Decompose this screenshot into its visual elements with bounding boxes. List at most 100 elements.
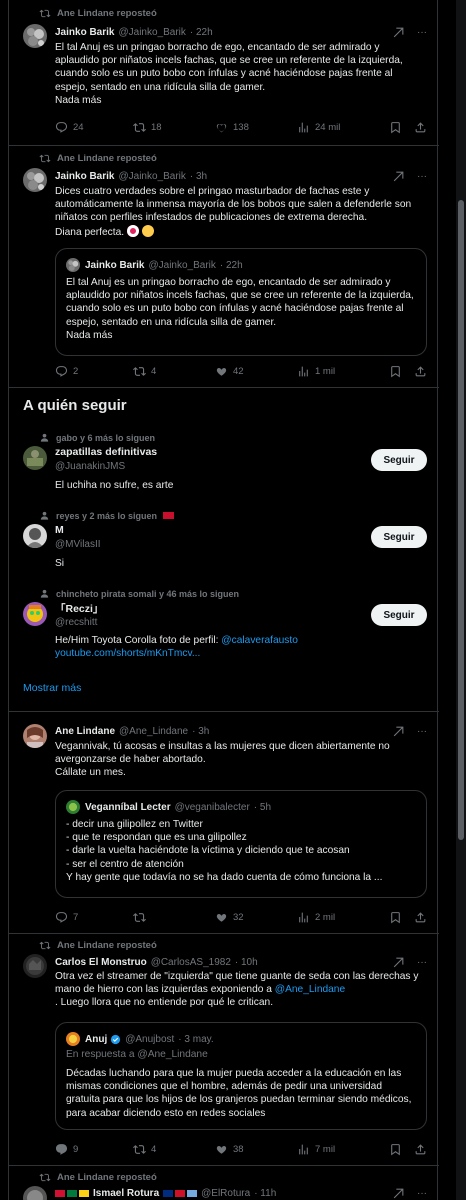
tweet-time[interactable]: · 3h	[192, 726, 209, 737]
follow-context: chincheto pirata somali y 46 más lo sigu…	[39, 588, 239, 599]
grok-icon[interactable]	[392, 956, 405, 969]
avatar-image	[66, 1032, 80, 1046]
avatar[interactable]	[23, 602, 47, 626]
tweet-time[interactable]: · 3h	[190, 171, 207, 182]
avatar-image	[23, 168, 47, 192]
author-name[interactable]: Jainko Barik	[55, 171, 114, 182]
repost-button[interactable]: 4	[133, 1143, 215, 1156]
repost-button[interactable]: 18	[133, 121, 215, 134]
like-button[interactable]: 42	[215, 365, 297, 378]
more-options-icon[interactable]: ···	[417, 171, 427, 182]
quoted-tweet[interactable]: Anuj @Anujbost · 3 may. En respuesta a @…	[55, 1022, 427, 1130]
author-handle[interactable]: @Jainko_Barik	[118, 171, 185, 182]
account-handle[interactable]: @MVilasII	[55, 539, 101, 550]
bio-text: He/Him Toyota Corolla foto de perfil:	[55, 635, 222, 646]
avatar-image	[66, 800, 80, 814]
quote-reply-context: En respuesta a @Ane_Lindane	[66, 1049, 208, 1060]
tweet-4[interactable]: Ane Lindane reposteó Carlos El Monstruo …	[9, 934, 439, 1166]
avatar[interactable]	[23, 1186, 47, 1200]
quoted-tweet[interactable]: Jainko Barik @Jainko_Barik · 22h El tal …	[55, 248, 427, 356]
bookmark-icon[interactable]	[389, 911, 402, 924]
author-handle[interactable]: @ElRotura	[201, 1188, 250, 1199]
avatar[interactable]	[23, 168, 47, 192]
more-options-icon[interactable]: ···	[417, 1188, 427, 1199]
tweet-actions: 9 4 38 7 mil	[55, 1142, 427, 1156]
views-count: 1 mil	[315, 365, 336, 377]
bookmark-icon[interactable]	[389, 1143, 402, 1156]
tweet-time[interactable]: · 10h	[235, 957, 258, 968]
avatar[interactable]	[23, 524, 47, 548]
author-name[interactable]: Carlos El Monstruo	[55, 957, 147, 968]
avatar[interactable]	[23, 24, 47, 48]
author-handle[interactable]: @Ane_Lindane	[119, 726, 188, 737]
like-count: 42	[233, 365, 244, 377]
follow-button[interactable]: Seguir	[371, 526, 427, 548]
scrollbar-thumb[interactable]	[458, 200, 464, 840]
avatar-image	[23, 602, 47, 626]
flag-icon	[163, 512, 175, 519]
share-icon[interactable]	[414, 1143, 427, 1156]
quoted-tweet[interactable]: Veganníbal Lecter @veganibalecter · 5h -…	[55, 790, 427, 898]
heart-icon	[216, 367, 227, 376]
like-button[interactable]: 138	[215, 121, 297, 134]
tweet-time[interactable]: · 11h	[254, 1188, 276, 1199]
bio-url-link[interactable]: youtube.com/shorts/mKnTmcv...	[55, 648, 200, 659]
avatar[interactable]	[23, 724, 47, 748]
views-icon	[299, 912, 308, 922]
account-name[interactable]: 「Reczi」	[55, 601, 103, 616]
account-handle[interactable]: @JuanakinJMS	[55, 461, 125, 472]
grok-icon[interactable]	[392, 1187, 405, 1200]
author-handle[interactable]: @Jainko_Barik	[118, 27, 185, 38]
like-button[interactable]: 32	[215, 911, 297, 924]
reply-button[interactable]: 24	[55, 121, 133, 134]
tweet-2[interactable]: Ane Lindane reposteó Jainko Barik @Jaink…	[9, 146, 439, 388]
tweet-time[interactable]: · 22h	[190, 27, 213, 38]
follow-button[interactable]: Seguir	[371, 449, 427, 471]
mention-link[interactable]: @Ane_Lindane	[275, 984, 345, 995]
author-name[interactable]: Ane Lindane	[55, 726, 115, 737]
like-button[interactable]: 38	[215, 1143, 297, 1156]
repost-button[interactable]	[133, 911, 215, 924]
more-options-icon[interactable]: ···	[417, 27, 427, 38]
more-options-icon[interactable]: ···	[417, 726, 427, 737]
reply-button[interactable]: 2	[55, 365, 133, 378]
views-button[interactable]: 24 mil	[297, 121, 375, 134]
follow-button[interactable]: Seguir	[371, 604, 427, 626]
share-icon[interactable]	[414, 911, 427, 924]
quote-time: · 3 may.	[178, 1033, 214, 1045]
timeline-column: Ane Lindane reposteó Jainko Barik @Jaink…	[8, 0, 439, 1200]
views-button[interactable]: 2 mil	[297, 911, 375, 924]
repost-button[interactable]: 4	[133, 365, 215, 378]
account-name[interactable]: zapatillas definitivas	[55, 446, 157, 458]
show-more-link[interactable]: Mostrar más	[23, 682, 81, 694]
avatar[interactable]	[23, 954, 47, 978]
scrollbar[interactable]	[456, 0, 466, 1200]
views-button[interactable]: 1 mil	[297, 365, 375, 378]
tweet-1[interactable]: Ane Lindane reposteó Jainko Barik @Jaink…	[9, 0, 439, 146]
reply-button[interactable]: 7	[55, 911, 133, 924]
reply-icon	[55, 1143, 68, 1155]
author-name[interactable]: Jainko Barik	[55, 27, 114, 38]
views-button[interactable]: 7 mil	[297, 1143, 375, 1156]
account-name[interactable]: M	[55, 524, 64, 536]
reply-icon	[55, 365, 68, 377]
heart-icon	[216, 123, 227, 132]
reply-button[interactable]: 9	[55, 1143, 133, 1156]
share-icon[interactable]	[414, 365, 427, 378]
avatar[interactable]	[23, 446, 47, 470]
bio-mention-link[interactable]: @calaverafausto	[221, 635, 298, 646]
share-icon[interactable]	[414, 121, 427, 134]
bookmark-icon[interactable]	[389, 121, 402, 134]
account-handle[interactable]: @recshitt	[55, 617, 97, 628]
bookmark-icon[interactable]	[389, 365, 402, 378]
author-name[interactable]: Ismael Rotura	[93, 1188, 159, 1199]
views-icon	[299, 1144, 308, 1154]
tweet-5[interactable]: Ane Lindane reposteó Ismael Rotura @ElRo…	[9, 1166, 439, 1200]
tweet-3[interactable]: Ane Lindane @Ane_Lindane · 3h ··· Vegann…	[9, 712, 439, 934]
grok-icon[interactable]	[392, 725, 405, 738]
avatar-image	[23, 524, 47, 548]
author-handle[interactable]: @CarlosAS_1982	[151, 957, 231, 968]
more-options-icon[interactable]: ···	[417, 957, 427, 968]
grok-icon[interactable]	[392, 26, 405, 39]
grok-icon[interactable]	[392, 170, 405, 183]
